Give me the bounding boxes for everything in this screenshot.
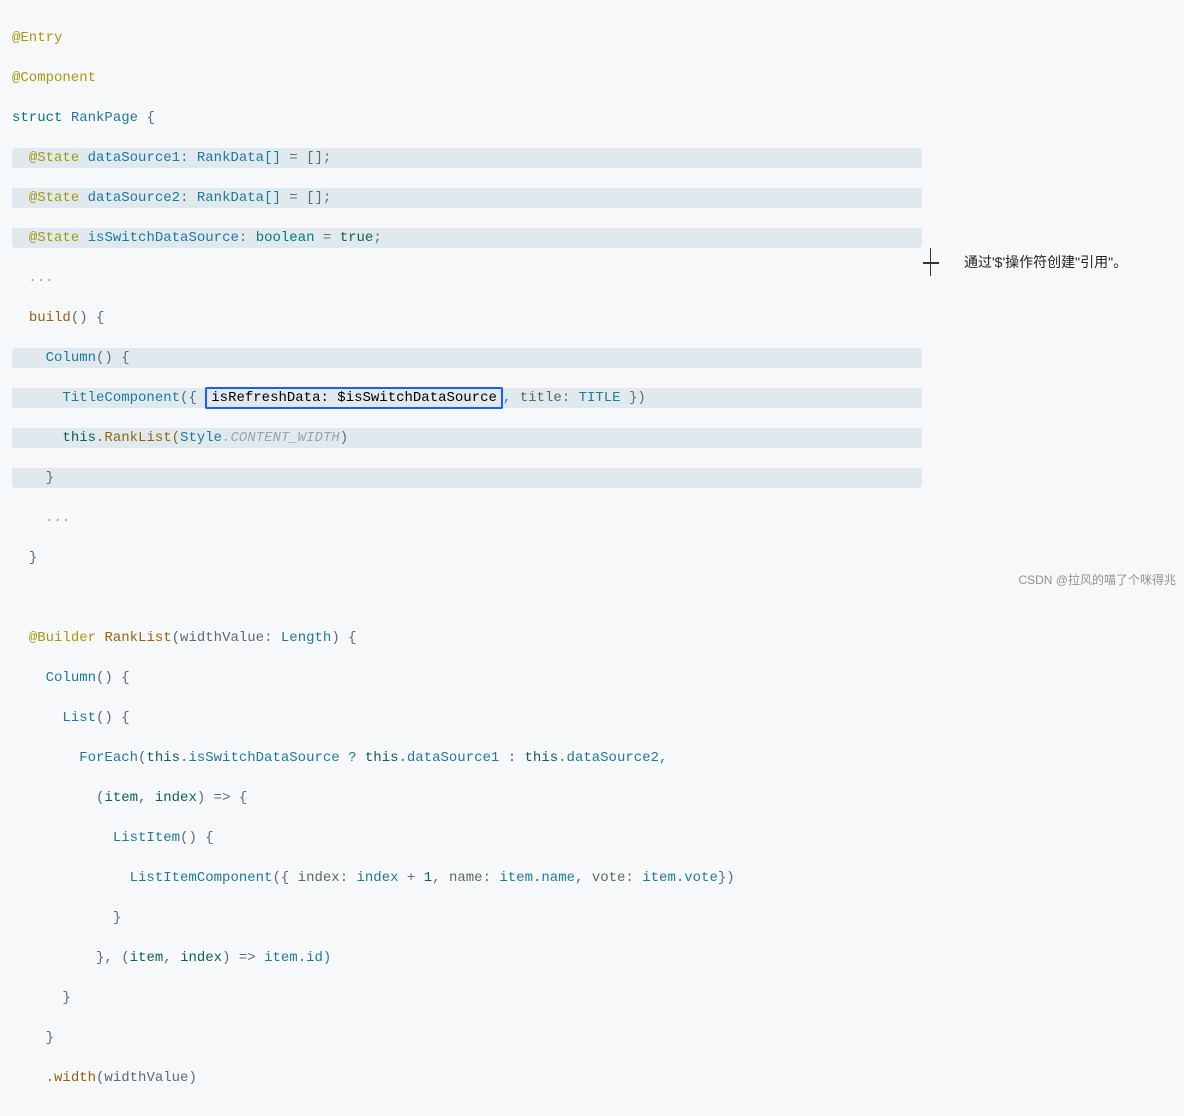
ellipsis: ... xyxy=(46,510,71,526)
keyword-struct: struct xyxy=(12,110,62,126)
method-build: build xyxy=(29,310,71,326)
decorator: @State xyxy=(29,190,79,206)
decorator: @Component xyxy=(12,70,96,86)
annotation-text: 通过'$'操作符创建"引用"。 xyxy=(964,252,1127,272)
code-editor[interactable]: @Entry @Component struct RankPage { @Sta… xyxy=(0,0,930,1116)
brace: { xyxy=(146,110,154,126)
highlighted-expression: isRefreshData: $isSwitchDataSource xyxy=(205,387,503,409)
decorator: @State xyxy=(29,150,79,166)
watermark: CSDN @拉风的喵了个咪得兆 xyxy=(1018,570,1176,590)
decorator: @Entry xyxy=(12,30,62,46)
decorator: @Builder xyxy=(29,630,96,646)
connector-icon xyxy=(930,248,960,276)
struct-name: RankPage xyxy=(71,110,138,126)
decorator: @State xyxy=(29,230,79,246)
ellipsis: ... xyxy=(29,270,54,286)
annotation: 通过'$'操作符创建"引用"。 xyxy=(930,248,1127,276)
